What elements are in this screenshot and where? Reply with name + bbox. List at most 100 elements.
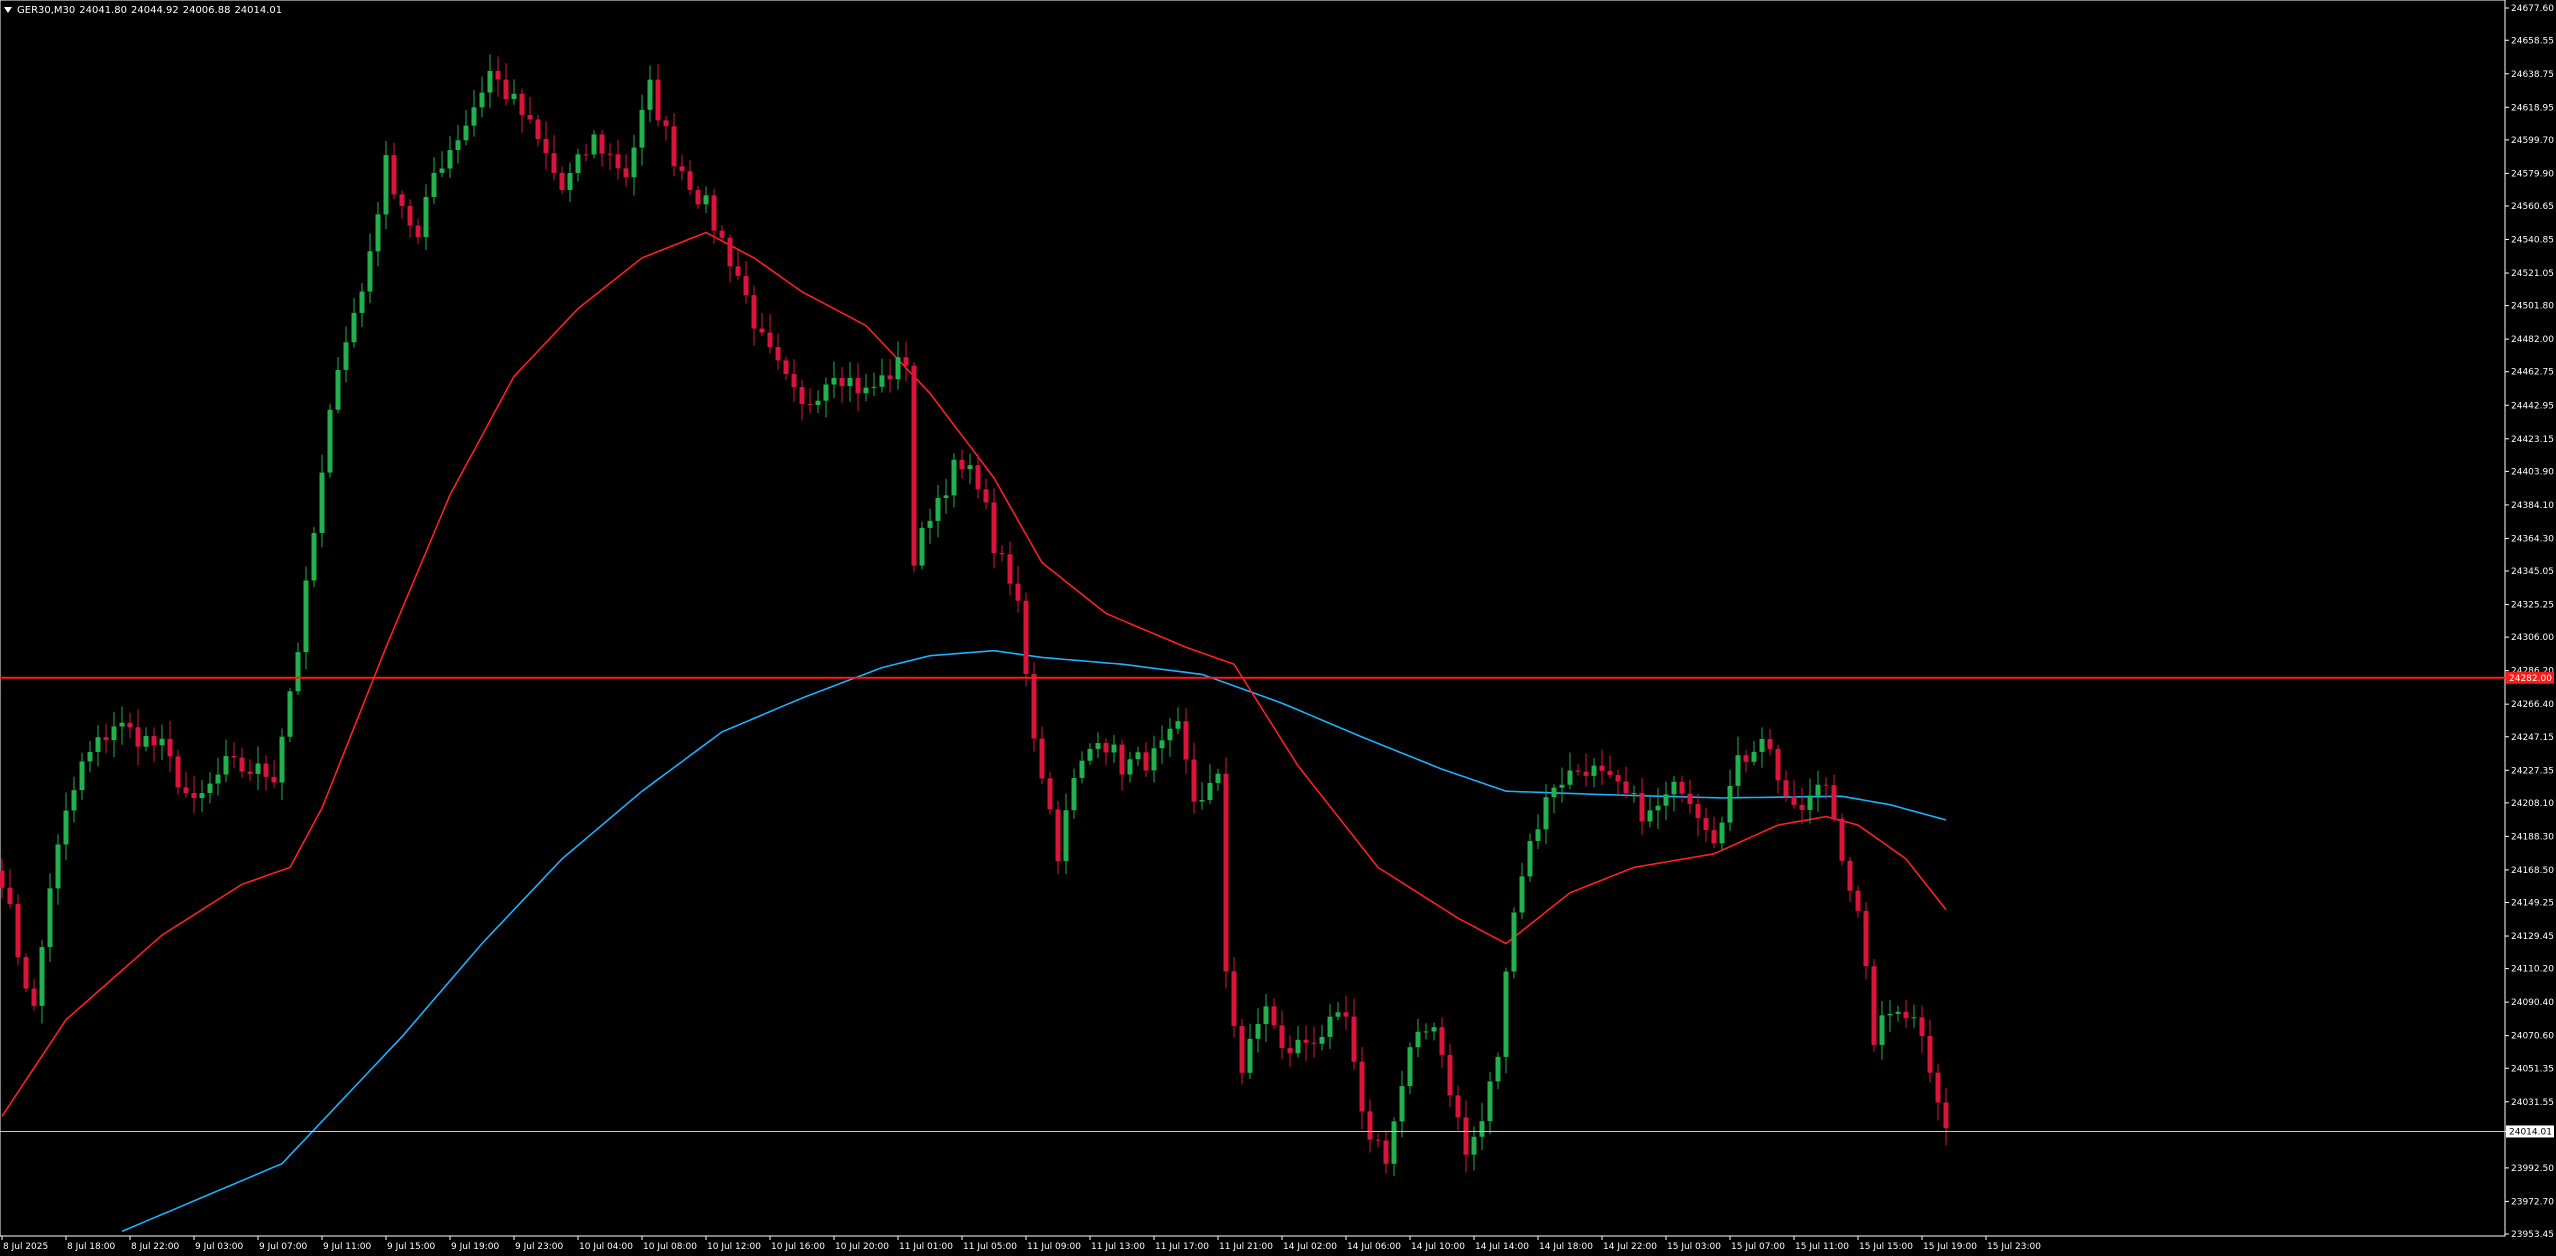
candle-body (647, 79, 653, 110)
candle-body (463, 125, 469, 141)
price-chart[interactable]: 24677.60 24658.55 24638.75 24618.95 24599.70… (0, 0, 2556, 1256)
candle-body (1375, 1139, 1381, 1141)
candle (1143, 742, 1149, 777)
candle-body (879, 375, 885, 387)
candle (575, 148, 581, 182)
ma-fast-layer (1, 231, 1947, 1117)
candle (1607, 755, 1613, 779)
candle-body (1239, 1026, 1245, 1073)
price-tick-label: 24599.70 (2511, 136, 2554, 146)
candle-body (1727, 785, 1733, 823)
candle (1727, 769, 1733, 832)
candle (943, 478, 949, 514)
candle-body (1703, 818, 1709, 831)
candle (1391, 1117, 1397, 1176)
candle (1759, 727, 1765, 768)
candle-body (991, 502, 997, 554)
candle-body (487, 70, 493, 93)
candle (391, 142, 397, 200)
candle-body (359, 291, 365, 313)
candle-body (311, 533, 317, 581)
candle-body (1711, 830, 1717, 844)
candle-body (527, 114, 533, 120)
candle (423, 184, 429, 251)
candle (47, 873, 53, 963)
price-tick-label: 24442.95 (2511, 401, 2554, 411)
candle (543, 121, 549, 170)
price-tick-label: 24521.05 (2511, 269, 2554, 279)
candle (1191, 742, 1197, 814)
chart-window[interactable]: 24677.60 24658.55 24638.75 24618.95 24599.70… (0, 0, 2556, 1256)
candle-body (759, 328, 765, 333)
candle (631, 134, 637, 196)
candle (567, 162, 573, 202)
candle (383, 140, 389, 229)
candle-body (303, 580, 309, 653)
candle (1839, 813, 1845, 866)
candle (967, 453, 973, 484)
candle-body (1079, 760, 1085, 778)
price-tick-label: 24638.75 (2511, 70, 2554, 80)
candle (759, 313, 765, 337)
candle (255, 746, 261, 790)
candle (359, 283, 365, 328)
candle (527, 97, 533, 124)
chart-menu-triangle-icon[interactable] (4, 7, 12, 13)
candle (1935, 1063, 1941, 1121)
candle (1895, 1005, 1901, 1022)
candle (223, 739, 229, 783)
candle (95, 725, 101, 767)
candle-body (319, 472, 325, 534)
candle (935, 485, 941, 538)
candle (1047, 771, 1053, 815)
candle-body (167, 738, 173, 757)
candle-body (287, 691, 293, 737)
candle (703, 186, 709, 214)
candle-body (567, 172, 573, 191)
candle-body (1447, 1054, 1453, 1096)
candle-body (679, 166, 685, 172)
candle-body (1319, 1036, 1325, 1044)
candle (455, 124, 461, 164)
candle (895, 341, 901, 390)
time-tick-label: 14 Jul 10:00 (1411, 1242, 1465, 1252)
candle (1535, 814, 1541, 850)
candle-body (1431, 1027, 1437, 1032)
ohlc-high: 24044.92 (131, 4, 179, 16)
time-tick-label: 15 Jul 11:00 (1795, 1242, 1849, 1252)
candle (1927, 1019, 1933, 1083)
candle (367, 233, 373, 304)
candle-body (735, 266, 741, 276)
candle-body (871, 386, 877, 388)
candle (1423, 1023, 1429, 1040)
candle-body (1735, 755, 1741, 786)
candle (431, 157, 437, 205)
candle-body (1143, 752, 1149, 771)
candle (1495, 1052, 1501, 1090)
candle-body (151, 736, 157, 746)
candle (471, 89, 477, 137)
candle (447, 136, 453, 179)
candle-body (215, 774, 221, 784)
candle-body (519, 93, 525, 115)
candle-body (119, 722, 125, 727)
candle (1599, 749, 1605, 786)
time-tick-label: 15 Jul 19:00 (1923, 1242, 1977, 1252)
candle-body (535, 119, 541, 139)
candle-body (1527, 840, 1533, 877)
candle-body (855, 377, 861, 394)
candle-body (175, 756, 181, 788)
candle-body (999, 553, 1005, 555)
candle-body (1287, 1048, 1293, 1054)
candle (1239, 1019, 1245, 1085)
candle (1383, 1130, 1389, 1174)
candle (847, 361, 853, 402)
candle (751, 285, 757, 346)
time-tick-label: 8 Jul 18:00 (67, 1242, 116, 1252)
candle (0, 858, 5, 899)
candle (1791, 780, 1797, 809)
candle (335, 356, 341, 414)
candle (1223, 757, 1229, 989)
candle (1087, 743, 1093, 765)
candle-body (1007, 554, 1013, 584)
